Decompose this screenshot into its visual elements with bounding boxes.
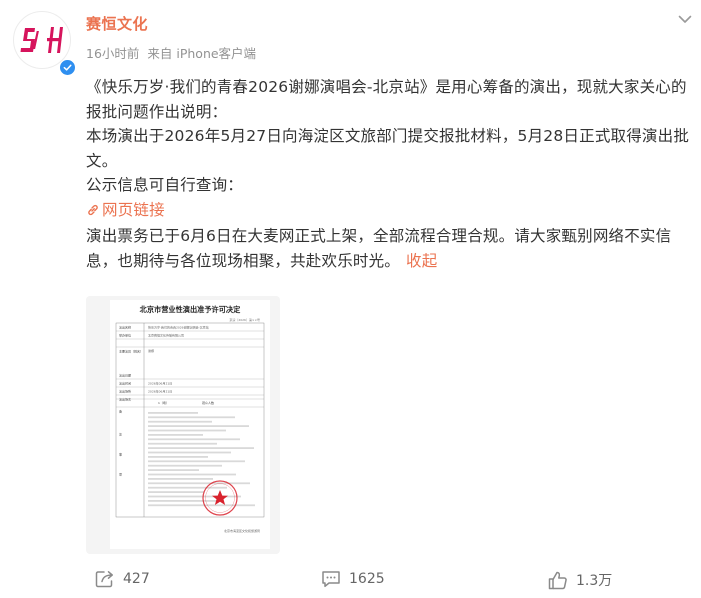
- post-paragraph: 演出票务已于6月6日在大麦网正式上架，全部流程合理合规。请大家甄别网络不实信息，…: [86, 227, 672, 270]
- document-row-label: 演出日期: [119, 373, 131, 378]
- blurred-text-line: [148, 486, 227, 489]
- post-content: 《快乐万岁·我们的青春2026谢娜演唱会-北京站》是用心筹备的演出，现就大家关心…: [86, 75, 692, 273]
- comment-icon: [322, 571, 340, 588]
- official-stamp-icon: [202, 480, 238, 516]
- document-row-label: 主要演员（姓名）: [119, 349, 143, 354]
- blurred-text-line: [148, 429, 226, 432]
- share-icon: [95, 571, 113, 588]
- blurred-text-line: [148, 412, 198, 414]
- document-row-label: 备: [119, 409, 122, 414]
- post-meta: 16小时前 来自 iPhone客户端: [86, 43, 256, 62]
- document-title: 北京市营业性演出准予许可决定: [140, 305, 241, 314]
- blurred-text-line: [148, 420, 212, 423]
- document-footer: 北京市海淀区文化和旅游局: [224, 528, 260, 533]
- blurred-text-line: [148, 469, 199, 471]
- document-row-label: 举办单位: [119, 333, 131, 338]
- blurred-text-line: [148, 442, 217, 445]
- document-row-label: 演出场次: [119, 397, 131, 402]
- blurred-text-line: [148, 460, 245, 463]
- document-session-count: 1（场）: [158, 400, 169, 405]
- collapse-button[interactable]: 收起: [406, 252, 437, 270]
- blurred-text-line: [148, 500, 218, 502]
- blurred-text-line: [148, 478, 213, 480]
- comment-count: 1625: [349, 571, 385, 587]
- verified-icon: [63, 64, 72, 71]
- more-chevron-icon[interactable]: [676, 12, 694, 26]
- document-row-value: 北京赛恒文化传播有限公司: [148, 333, 184, 338]
- blurred-text-line: [148, 464, 222, 467]
- post-paragraph: 《快乐万岁·我们的青春2026谢娜演唱会-北京站》是用心筹备的演出，现就大家关心…: [86, 78, 687, 121]
- blurred-text-line: [148, 425, 249, 427]
- post-paragraph: 本场演出于2026年5月27日向海淀区文旅部门提交报批材料，5月28日正式取得演…: [86, 127, 690, 170]
- post-time[interactable]: 16小时前: [86, 46, 139, 61]
- author-avatar-wrap[interactable]: [13, 11, 76, 76]
- document-row-label: 项: [119, 473, 122, 477]
- action-bar: 427 1625 1.3万: [0, 566, 701, 598]
- link-icon: [88, 204, 98, 215]
- document-row-value: 2026年06月21日: [148, 381, 172, 386]
- blurred-text-line: [148, 447, 254, 449]
- blurred-text-line: [148, 491, 204, 493]
- blurred-text-line: [148, 451, 231, 454]
- document-row-label: 注: [119, 432, 122, 437]
- blurred-text-line: [148, 473, 236, 476]
- document-row-label: 事: [119, 452, 122, 457]
- comment-button[interactable]: 1625: [321, 570, 385, 588]
- document-row-label: 演出时间: [119, 381, 131, 386]
- post-image[interactable]: 北京市营业性演出准予许可决定 京演〔2026〕第××号 演出名称举办单位主要演员…: [86, 296, 280, 554]
- blurred-text-line: [148, 456, 208, 458]
- share-button[interactable]: 427: [95, 570, 150, 588]
- document-row-value: 2026年06月21日: [148, 389, 172, 394]
- document-scan: 北京市营业性演出准予许可决定 京演〔2026〕第××号 演出名称举办单位主要演员…: [110, 300, 270, 549]
- post-source: 来自 iPhone客户端: [147, 46, 257, 61]
- share-count: 427: [123, 571, 150, 587]
- web-link-label: 网页链接: [102, 200, 165, 219]
- document-number: 京演〔2026〕第××号: [229, 317, 260, 322]
- author-name[interactable]: 赛恒文化: [86, 13, 148, 34]
- web-link[interactable]: 网页链接: [86, 198, 165, 223]
- blurred-text-line: [148, 504, 255, 507]
- document-row-value: 谢娜: [148, 348, 154, 353]
- blurred-text-line: [148, 482, 250, 485]
- like-icon: [548, 571, 567, 589]
- post-paragraph: 公示信息可自行查询：: [86, 176, 244, 194]
- document-row-label: 演出名称: [119, 325, 131, 330]
- author-logo-icon: [20, 27, 63, 53]
- document-row-label: 演出场所: [119, 389, 131, 394]
- document-row-value: 快乐万岁·我们的青春2026谢娜演唱会-北京站: [148, 325, 209, 330]
- blurred-text-line: [148, 416, 235, 419]
- like-button[interactable]: 1.3万: [548, 570, 612, 590]
- like-count: 1.3万: [576, 573, 613, 589]
- verified-badge: [59, 59, 76, 76]
- document-audience-label: 观众人数: [202, 400, 214, 405]
- blurred-text-line: [148, 434, 203, 436]
- blurred-text-line: [148, 438, 240, 441]
